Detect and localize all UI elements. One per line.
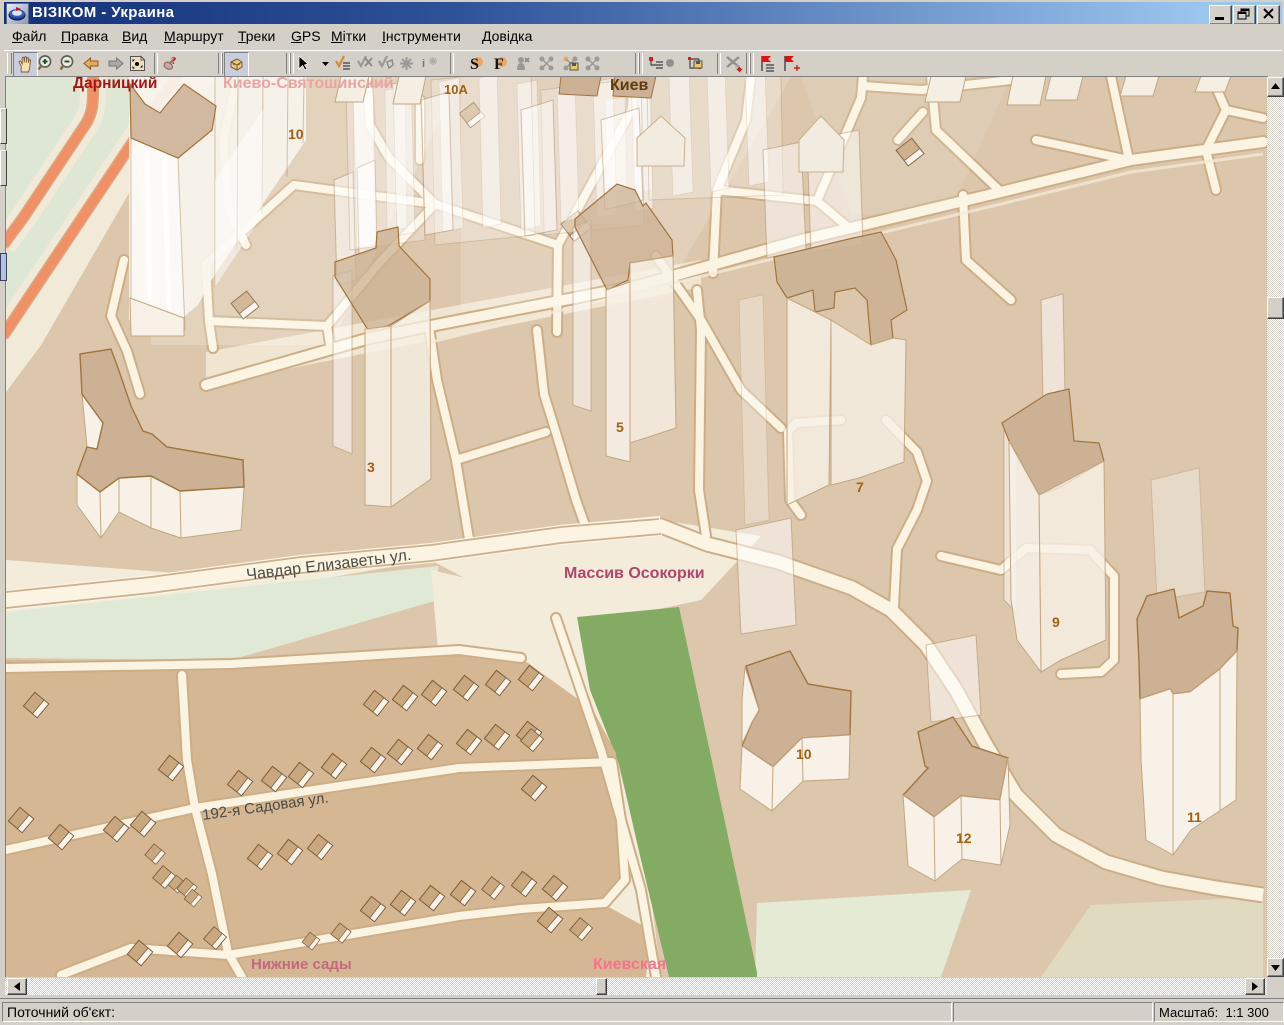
svg-text:10: 10 xyxy=(796,746,812,762)
svg-text:S: S xyxy=(470,56,479,73)
svg-text:3: 3 xyxy=(367,459,375,475)
svg-text:Нижние сады: Нижние сады xyxy=(251,956,352,973)
svg-text:10А: 10А xyxy=(444,82,468,97)
svg-text:7: 7 xyxy=(856,479,864,495)
svg-text:12: 12 xyxy=(956,830,972,846)
svg-text:?: ? xyxy=(171,55,177,67)
svg-text:Массив Осокорки: Массив Осокорки xyxy=(564,565,705,582)
svg-text:Дарницкий: Дарницкий xyxy=(73,77,157,92)
svg-text:Киевская: Киевская xyxy=(593,956,666,973)
svg-text:5: 5 xyxy=(616,419,624,435)
svg-text:i: i xyxy=(422,58,425,70)
svg-text:11: 11 xyxy=(1187,809,1202,825)
svg-text:Киев: Киев xyxy=(610,77,649,94)
svg-text:Киево-Святошинский: Киево-Святошинский xyxy=(223,77,394,92)
svg-text:9: 9 xyxy=(1052,614,1060,630)
svg-text:F: F xyxy=(494,56,504,73)
svg-text:10: 10 xyxy=(288,126,304,142)
